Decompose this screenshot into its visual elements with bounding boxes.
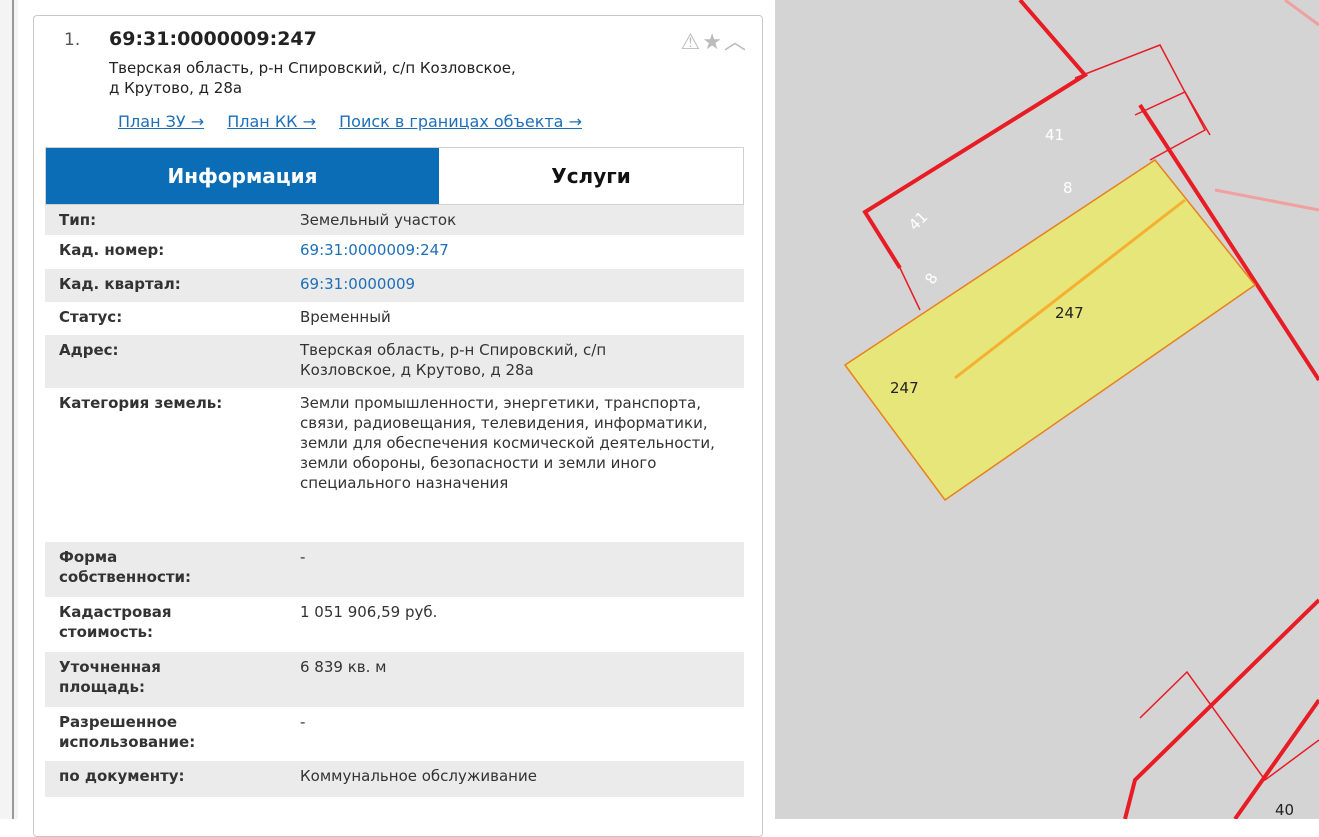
row-key: Кад. номер: xyxy=(59,241,165,259)
address-line-2: д Крутово, д 28а xyxy=(109,79,243,97)
cadastral-quarter-link[interactable]: 69:31:0000009 xyxy=(300,274,720,294)
address-line-1: Тверская область, р-н Спировский, с/п Ко… xyxy=(109,59,516,77)
map-canvas[interactable]: 41 41 8 8 247 247 40 xyxy=(775,0,1319,819)
boundary-thin-3 xyxy=(899,267,921,311)
row-value: 6 839 кв. м xyxy=(300,658,387,676)
map-label: 41 xyxy=(905,208,931,234)
table-row: Адрес: Тверская область, р-н Спировский,… xyxy=(45,335,744,388)
info-card: 1. 69:31:0000009:247 Тверская область, р… xyxy=(33,15,763,837)
chevron-up-icon[interactable]: ︿ xyxy=(724,24,748,56)
map-label: 41 xyxy=(1045,126,1064,144)
plan-zu-link[interactable]: План ЗУ → xyxy=(118,112,204,131)
tab-information[interactable]: Информация xyxy=(46,148,439,204)
table-row: Статус: Временный xyxy=(45,302,744,335)
row-key: Кадастровая стоимость: xyxy=(59,603,172,641)
search-bounds-link[interactable]: Поиск в границах объекта → xyxy=(339,112,582,131)
cadastral-number-title: 69:31:0000009:247 xyxy=(109,28,317,50)
map-view[interactable]: 41 41 8 8 247 247 40 xyxy=(775,0,1319,819)
row-key: Уточненная площадь: xyxy=(59,658,161,696)
object-links: План ЗУ → План КК → Поиск в границах объ… xyxy=(118,112,600,131)
attributes-table: Тип: Земельный участок Кад. номер: 69:31… xyxy=(45,205,744,797)
row-value: - xyxy=(300,548,306,566)
cadastral-number-link[interactable]: 69:31:0000009:247 xyxy=(300,240,720,260)
table-row: Разрешенное использование: - xyxy=(45,707,744,761)
parcel-247[interactable] xyxy=(843,158,1257,502)
map-label: 247 xyxy=(1055,304,1084,322)
row-key: Тип: xyxy=(59,211,97,229)
table-row: Форма собственности: - xyxy=(45,542,744,597)
header-actions: ⚠★︿ xyxy=(681,24,748,56)
boundary-bottom-1 xyxy=(1123,598,1319,819)
result-index: 1. xyxy=(64,30,81,50)
row-value: - xyxy=(300,713,306,731)
row-value: Временный xyxy=(300,308,391,326)
map-label: 8 xyxy=(921,270,941,287)
row-value: 1 051 906,59 руб. xyxy=(300,603,438,621)
row-key: Кад. квартал: xyxy=(59,275,181,293)
table-row: Кад. квартал: 69:31:0000009 xyxy=(45,269,744,302)
boundary-faint xyxy=(1214,188,1319,212)
row-key: Статус: xyxy=(59,308,123,326)
divider xyxy=(12,0,14,819)
tab-services[interactable]: Услуги xyxy=(439,148,743,204)
card-header: 1. 69:31:0000009:247 Тверская область, р… xyxy=(34,16,762,146)
object-address: Тверская область, р-н Спировский, с/п Ко… xyxy=(109,58,629,98)
plan-kk-link[interactable]: План КК → xyxy=(227,112,316,131)
boundary-thin-1 xyxy=(1074,44,1207,161)
row-value: Тверская область, р-н Спировский, с/п Ко… xyxy=(300,341,607,379)
table-row: по документу: Коммунальное обслуживание xyxy=(45,761,744,797)
table-row: Категория земель: Земли промышленности, … xyxy=(45,388,744,542)
row-key: Форма собственности: xyxy=(59,548,192,586)
row-value: Коммунальное обслуживание xyxy=(300,767,537,785)
warning-icon[interactable]: ⚠ xyxy=(681,30,703,55)
table-row: Уточненная площадь: 6 839 кв. м xyxy=(45,652,744,707)
row-key: Адрес: xyxy=(59,341,119,359)
left-edge xyxy=(0,0,18,819)
row-key: по документу: xyxy=(59,767,185,785)
row-key: Разрешенное использование: xyxy=(59,713,196,751)
row-value: Земельный участок xyxy=(300,211,457,229)
row-value: Земли промышленности, энергетики, трансп… xyxy=(300,394,715,492)
star-icon[interactable]: ★ xyxy=(702,30,724,55)
map-label: 40 xyxy=(1275,801,1294,819)
tab-bar: Информация Услуги xyxy=(45,147,744,205)
table-row: Кад. номер: 69:31:0000009:247 xyxy=(45,235,744,269)
row-key: Категория земель: xyxy=(59,394,223,412)
map-label: 247 xyxy=(890,379,919,397)
table-row: Кадастровая стоимость: 1 051 906,59 руб. xyxy=(45,597,744,652)
boundary-faint-2 xyxy=(1284,0,1319,27)
map-label: 8 xyxy=(1063,179,1073,197)
table-row: Тип: Земельный участок xyxy=(45,205,744,235)
